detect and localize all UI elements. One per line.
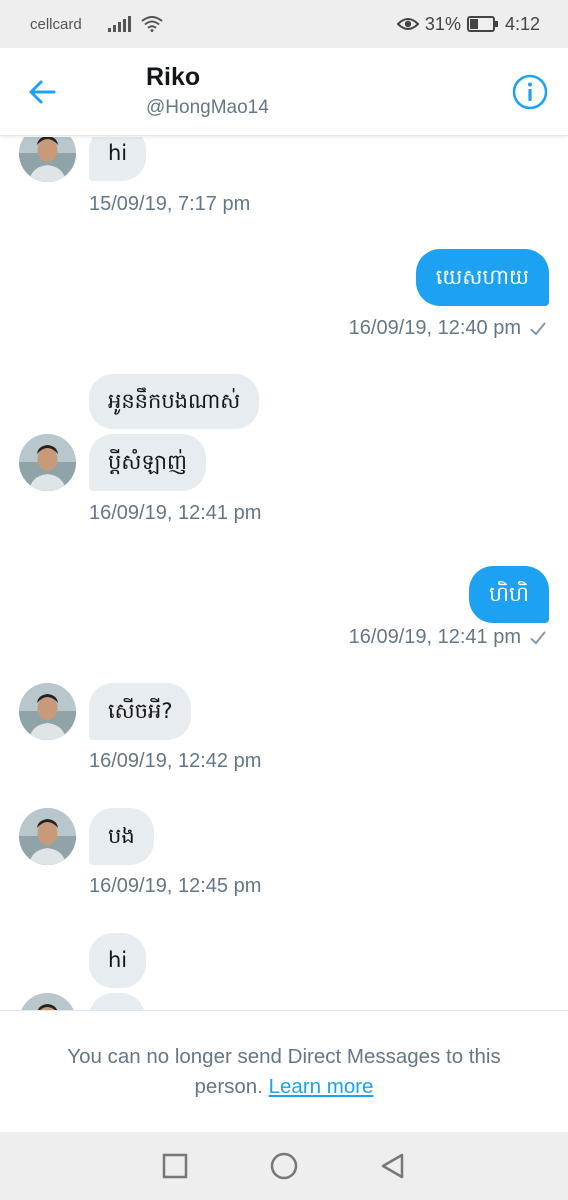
info-button[interactable]: [512, 74, 548, 110]
message-timestamp: 16/09/19, 12:40 pm: [348, 317, 521, 339]
message-bubble-received[interactable]: អូននឹកបងណាស់: [89, 374, 260, 429]
triangle-back-icon: [382, 1153, 404, 1179]
avatar[interactable]: [19, 137, 76, 182]
clock: 4:12: [504, 13, 540, 34]
back-button[interactable]: [22, 72, 62, 112]
system-back-button[interactable]: [373, 1146, 413, 1186]
profile-photo: [19, 137, 76, 182]
message-bubble-received[interactable]: បង: [89, 808, 154, 865]
recents-button[interactable]: [155, 1146, 195, 1186]
avatar[interactable]: [19, 434, 76, 491]
message-timestamp: 16/09/19, 12:45 pm: [89, 875, 262, 897]
message-bubble-sent[interactable]: ហិហិ: [469, 566, 549, 623]
contact-name[interactable]: Riko: [146, 63, 200, 92]
message-timestamp: 16/09/19, 12:41 pm: [89, 502, 262, 524]
battery-percent: 31%: [424, 13, 461, 34]
message-meta-sent: 16/09/19, 12:41 pm: [349, 626, 546, 649]
conversation-header: Riko @HongMao14: [0, 48, 568, 136]
profile-photo: [19, 808, 76, 865]
message-bubble-received[interactable]: hi: [89, 137, 147, 181]
message-meta-sent: 16/09/19, 12:40 pm: [349, 317, 546, 340]
info-icon: [512, 74, 548, 110]
learn-more-link[interactable]: Learn more: [269, 1075, 374, 1098]
circle-icon: [270, 1152, 298, 1180]
contact-handle[interactable]: @HongMao14: [146, 97, 269, 119]
message-timestamp: 16/09/19, 12:42 pm: [89, 750, 262, 772]
profile-photo: [19, 434, 76, 491]
message-timestamp: 15/09/19, 7:17 pm: [89, 193, 251, 215]
check-icon: [530, 631, 546, 644]
battery-icon: [466, 16, 498, 32]
arrow-left-icon: [29, 80, 56, 104]
carrier-label: cellcard: [30, 15, 82, 33]
notice-text: You can no longer send Direct Messages t…: [34, 1042, 534, 1102]
dm-disabled-notice: You can no longer send Direct Messages t…: [0, 1010, 568, 1132]
profile-photo: [19, 683, 76, 740]
message-bubble-received[interactable]: hi: [89, 933, 147, 988]
profile-photo: [19, 993, 76, 1010]
message-bubble-received[interactable]: ប្តីសំឡាញ់: [89, 434, 206, 491]
square-icon: [162, 1153, 187, 1179]
signal-icon: [107, 16, 131, 32]
avatar[interactable]: [19, 808, 76, 865]
wifi-icon: [141, 16, 163, 32]
message-bubble-received[interactable]: [89, 993, 145, 1010]
message-list[interactable]: hi 15/09/19, 7:17 pm យេសហាយ 16/09/19, 12…: [0, 137, 568, 1010]
avatar[interactable]: [19, 683, 76, 740]
message-bubble-received[interactable]: សើចអី?: [89, 683, 192, 740]
eye-icon: [396, 18, 419, 30]
status-bar: cellcard 31% 4:12: [0, 0, 568, 48]
check-icon: [530, 322, 546, 335]
message-timestamp: 16/09/19, 12:41 pm: [348, 626, 521, 648]
message-bubble-sent[interactable]: យេសហាយ: [415, 249, 549, 306]
home-button[interactable]: [264, 1146, 304, 1186]
avatar[interactable]: [19, 993, 76, 1010]
system-nav-bar: [0, 1132, 568, 1200]
